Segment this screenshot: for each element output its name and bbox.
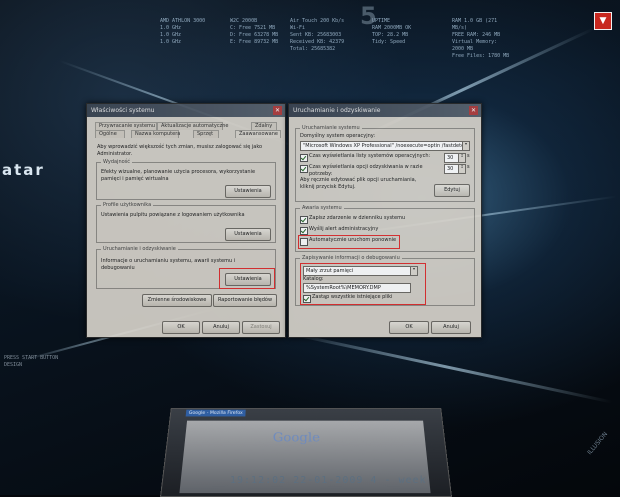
ok-button[interactable]: OK: [389, 321, 429, 334]
sysinfo-line: UPTIME: [372, 18, 391, 24]
bottom-left-line: DESIGN: [4, 362, 23, 368]
error-reporting-button[interactable]: Raportowanie błędów: [213, 294, 277, 307]
time-list-checkbox[interactable]: [300, 154, 308, 162]
unit-label: s: [467, 153, 470, 159]
group-label: Uruchamianie i odzyskiwanie: [101, 246, 178, 252]
send-alert-checkbox[interactable]: [300, 227, 308, 235]
default-os-label: Domyślny system operacyjny:: [300, 133, 376, 139]
group-startup-recovery: Uruchamianie i odzyskiwanie Informacje o…: [96, 246, 276, 289]
google-logo: Google: [272, 430, 321, 446]
sysinfo-block: W2C 2000B C: Free 7521 MB D: Free 63278 …: [230, 18, 290, 46]
group-performance: Wydajność Efekty wizualne, planowanie uż…: [96, 159, 276, 200]
sysinfo-block: RAM 1.0 GB (271 MB/s) FREE RAM: 246 MB V…: [452, 18, 512, 60]
environment-variables-button[interactable]: Zmienne środowiskowe: [142, 294, 212, 307]
atari-logo: atar: [2, 161, 45, 179]
group-label: Wydajność: [101, 159, 133, 165]
tab-hardware[interactable]: Sprzęt: [193, 130, 219, 138]
system-properties-dialog: Właściwości systemu ✕ Przywracanie syste…: [86, 103, 286, 338]
group-system-failure: Awaria systemu Zapisz zdarzenie w dzienn…: [295, 205, 475, 252]
tab-remote[interactable]: Zdalny: [251, 122, 277, 130]
performance-settings-button[interactable]: Ustawienia: [225, 185, 271, 198]
sysinfo-block: Air Touch 200 Kb/s Wi-Fi Sent KB: 256830…: [290, 18, 350, 53]
time-list-label: Czas wyświetlania listy systemów operacy…: [309, 153, 431, 159]
tab-general[interactable]: Ogólne: [95, 130, 125, 138]
group-label: Profile użytkownika: [101, 202, 154, 208]
sysinfo-line: Total: 25685382: [290, 46, 336, 52]
sysinfo-line: AMD ATHLON 3000: [160, 18, 206, 24]
window-title[interactable]: Google - Mozilla Firefox: [185, 409, 246, 417]
time-recovery-label: Czas wyświetlania opcji odzyskiwania w r…: [309, 164, 423, 177]
sysinfo-line: C: Free 7521 MB: [230, 25, 276, 31]
sysinfo-line: RAM 1.0 GB (271 MB/s): [452, 18, 498, 31]
sysinfo-line: Free Files: 1780 MB: [452, 53, 510, 59]
dialog-title: Właściwości systemu: [91, 107, 155, 114]
sysinfo-line: Sent KB: 25683003: [290, 32, 342, 38]
sysinfo-line: D: Free 63278 MB: [230, 32, 279, 38]
download-arrow-icon[interactable]: ▼: [594, 12, 612, 30]
log-event-checkbox[interactable]: [300, 216, 308, 224]
group-description: Efekty wizualne, planowanie użycia proce…: [101, 169, 256, 182]
sysinfo-line: W2C 2000B: [230, 18, 258, 24]
group-description: Ustawienia pulpitu powiązane z logowanie…: [101, 212, 245, 218]
sysinfo-line: 1.0 GHz: [160, 25, 182, 31]
apply-button[interactable]: Zastosuj: [242, 321, 280, 334]
group-label: Uruchamianie systemu: [300, 125, 362, 131]
group-label: Awaria systemu: [300, 205, 344, 211]
sysinfo-block: AMD ATHLON 3000 1.0 GHz 1.0 GHz 1.0 GHz: [160, 18, 220, 46]
close-icon[interactable]: ✕: [469, 106, 478, 115]
sysinfo-line: Virtual Memory: 2000 MB: [452, 39, 498, 52]
bottom-left-line: PRESS START BUTTON: [4, 355, 59, 361]
startup-recovery-dialog: Uruchamianie i odzyskiwanie ✕ Uruchamian…: [288, 103, 482, 338]
bottom-right-label: ILLUSION: [586, 430, 610, 457]
tab-system-restore[interactable]: Przywracanie systemu: [95, 122, 157, 130]
sysinfo-block: UPTIME RAM 2000MB OK TOP: 28.2 MB Tidy: …: [372, 18, 432, 46]
cancel-button[interactable]: Anuluj: [431, 321, 471, 334]
sysinfo-line: TOP: 28.2 MB: [372, 32, 409, 38]
tab-automatic-updates[interactable]: Aktualizacje automatyczne: [157, 122, 229, 130]
group-debug-info: Zapisywanie informacji o debugowaniu Mał…: [295, 255, 475, 306]
dialog-title: Uruchamianie i odzyskiwanie: [293, 107, 381, 114]
edit-button[interactable]: Edytuj: [434, 184, 470, 197]
log-event-label: Zapisz zdarzenie w dzienniku systemu: [309, 215, 406, 221]
sysinfo-line: RAM 2000MB OK: [372, 25, 412, 31]
bottom-left-label: PRESS START BUTTON DESIGN: [4, 355, 58, 369]
group-user-profiles: Profile użytkownika Ustawienia pulpitu p…: [96, 202, 276, 243]
time-recovery-spinner[interactable]: ↕: [458, 164, 466, 174]
dialog-titlebar[interactable]: Właściwości systemu ✕: [87, 104, 285, 117]
clock-readout: 19:12:02 22-01-2009 4 - week: [230, 475, 427, 486]
highlight-box: [300, 263, 426, 305]
dialog-titlebar[interactable]: Uruchamianie i odzyskiwanie ✕: [289, 104, 481, 117]
default-os-select[interactable]: "Microsoft Windows XP Professional" /noe…: [300, 141, 464, 151]
send-alert-label: Wyślij alert administracyjny: [309, 226, 379, 232]
chevron-down-icon[interactable]: ▾: [462, 141, 470, 151]
sysinfo-line: Air Touch 200 Kb/s Wi-Fi: [290, 18, 345, 31]
highlight-box: [298, 235, 400, 249]
close-icon[interactable]: ✕: [273, 106, 282, 115]
sysinfo-line: 1.0 GHz: [160, 32, 182, 38]
group-label: Zapisywanie informacji o debugowaniu: [300, 255, 402, 261]
time-recovery-checkbox[interactable]: [300, 165, 308, 173]
unit-label: s: [467, 164, 470, 170]
sysinfo-line: 1.0 GHz: [160, 39, 182, 45]
admin-note: Aby wprowadzić większość tych zmian, mus…: [97, 144, 263, 157]
wallpaper-streak: [279, 330, 613, 404]
profiles-settings-button[interactable]: Ustawienia: [225, 228, 271, 241]
sysinfo-line: FREE RAM: 246 MB: [452, 32, 501, 38]
sysinfo-line: E: Free 89732 MB: [230, 39, 279, 45]
highlight-box: [219, 268, 275, 289]
edit-instructions: Aby ręcznie edytować plik opcji uruchami…: [300, 177, 417, 190]
time-list-spinner[interactable]: ↕: [458, 153, 466, 163]
group-system-startup: Uruchamianie systemu Domyślny system ope…: [295, 125, 475, 202]
sysinfo-line: Received KB: 42379: [290, 39, 345, 45]
tab-advanced[interactable]: Zaawansowane: [235, 130, 281, 138]
sysinfo-line: Tidy: Speed: [372, 39, 406, 45]
tab-computer-name[interactable]: Nazwa komputera: [131, 130, 180, 138]
ok-button[interactable]: OK: [162, 321, 200, 334]
cancel-button[interactable]: Anuluj: [202, 321, 240, 334]
